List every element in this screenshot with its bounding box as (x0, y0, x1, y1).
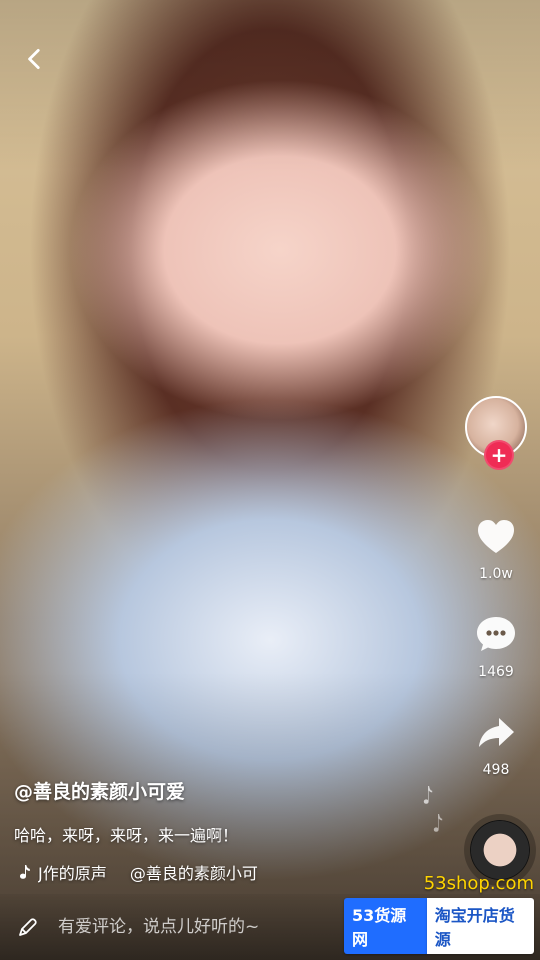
watermark-left: 53货源网 (344, 898, 427, 954)
music-marquee-part-2: @善良的素颜小可 (129, 864, 258, 883)
music-disc-icon[interactable] (470, 820, 530, 880)
floating-music-notes (420, 780, 452, 850)
watermark: 53shop.com 53货源网 淘宝开店货源 (344, 873, 534, 954)
music-line[interactable]: J作的原声 @善良的素颜小可 (14, 860, 414, 884)
watermark-right: 淘宝开店货源 (426, 898, 534, 954)
video-description: 哈哈，来呀，来呀，来一遍啊！ (14, 826, 239, 845)
share-icon[interactable] (472, 708, 520, 756)
heart-icon[interactable] (472, 512, 520, 560)
follow-button[interactable]: + (484, 440, 514, 470)
like-action[interactable]: 1.0w (472, 512, 520, 582)
share-action[interactable]: 498 (472, 708, 520, 778)
video-caption: @善良的素颜小可爱 哈哈，来呀，来呀，来一遍啊！ J作的原声 @善良的素颜小可 (14, 777, 414, 884)
back-button[interactable] (22, 46, 48, 72)
comment-action[interactable]: 1469 (472, 610, 520, 680)
right-action-rail: + 1.0w 1469 498 (464, 396, 528, 806)
author-avatar-wrap[interactable]: + (465, 396, 527, 470)
chevron-left-icon (28, 48, 40, 70)
music-note-icon (14, 863, 32, 881)
music-marquee-part-1: J作的原声 (38, 864, 107, 883)
comment-icon[interactable] (472, 610, 520, 658)
author-handle[interactable]: @善良的素颜小可爱 (14, 777, 414, 804)
share-count: 498 (482, 762, 510, 778)
watermark-url: 53shop.com (423, 873, 534, 894)
watermark-badge: 53货源网 淘宝开店货源 (344, 898, 534, 954)
like-count: 1.0w (479, 566, 513, 582)
plus-icon: + (490, 443, 508, 467)
pencil-icon (16, 915, 40, 939)
comment-count: 1469 (478, 664, 514, 680)
music-marquee: J作的原声 @善良的素颜小可 (38, 860, 398, 884)
